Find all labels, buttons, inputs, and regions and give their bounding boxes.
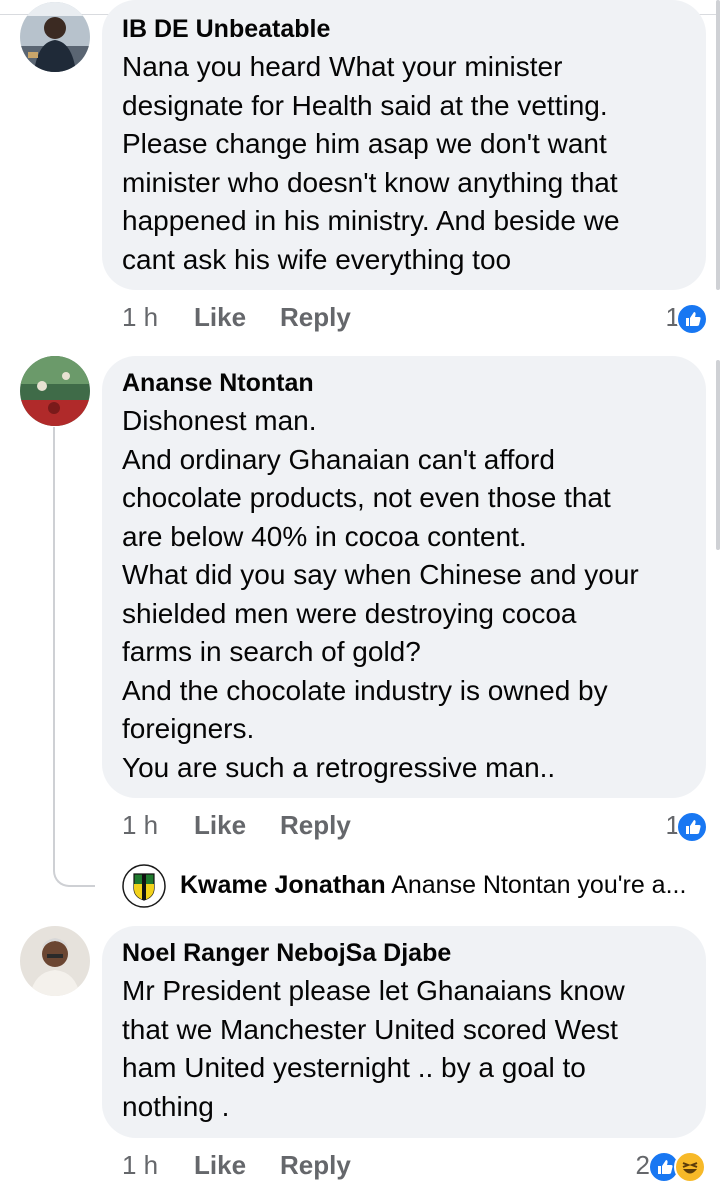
like-button[interactable]: Like (194, 808, 246, 842)
avatar[interactable] (20, 926, 90, 996)
reaction-summary[interactable]: 1 (620, 808, 710, 843)
haha-icon (674, 1151, 706, 1183)
avatar[interactable] (20, 356, 90, 426)
comment-text: Nana you heard What your minister design… (122, 51, 620, 275)
like-button[interactable]: Like (194, 1148, 246, 1182)
comment-author[interactable]: Ananse Ntontan (122, 368, 686, 398)
comment-bubble: IB DE Unbeatable Nana you heard What you… (102, 0, 706, 290)
like-icon (676, 811, 708, 843)
reaction-summary[interactable]: 1 (620, 300, 710, 335)
reply-button[interactable]: Reply (280, 1148, 351, 1182)
scrollbar-segment[interactable] (716, 0, 720, 290)
avatar[interactable] (20, 2, 90, 72)
avatar[interactable] (122, 864, 166, 908)
like-icon (676, 303, 708, 335)
thread-connector (53, 427, 95, 887)
scrollbar-segment[interactable] (716, 360, 720, 550)
reply-button[interactable]: Reply (280, 300, 351, 334)
comment-text: Dishonest man. And ordinary Ghanaian can… (122, 405, 639, 783)
comment-actions: 1 h Like Reply (122, 300, 422, 334)
reply-preview[interactable]: Kwame Jonathan Ananse Ntontan you're a..… (180, 867, 686, 903)
comment-bubble: Ananse Ntontan Dishonest man. And ordina… (102, 356, 706, 798)
reaction-summary[interactable]: 2 (600, 1148, 710, 1183)
comment-author[interactable]: Noel Ranger NebojSa Djabe (122, 938, 686, 968)
comment-text: Mr President please let Ghanaians know t… (122, 975, 625, 1122)
reply-snippet: Ananse Ntontan you're a... (391, 871, 687, 899)
comment-time[interactable]: 1 h (122, 808, 158, 842)
comment-author[interactable]: IB DE Unbeatable (122, 14, 686, 44)
reply-button[interactable]: Reply (280, 808, 351, 842)
comment-bubble: Noel Ranger NebojSa Djabe Mr President p… (102, 926, 706, 1138)
like-button[interactable]: Like (194, 300, 246, 334)
comment-time[interactable]: 1 h (122, 300, 158, 334)
reply-author[interactable]: Kwame Jonathan (180, 871, 386, 899)
comment-actions: 1 h Like Reply (122, 1148, 422, 1182)
comment-actions: 1 h Like Reply (122, 808, 422, 842)
comment-time[interactable]: 1 h (122, 1148, 158, 1182)
